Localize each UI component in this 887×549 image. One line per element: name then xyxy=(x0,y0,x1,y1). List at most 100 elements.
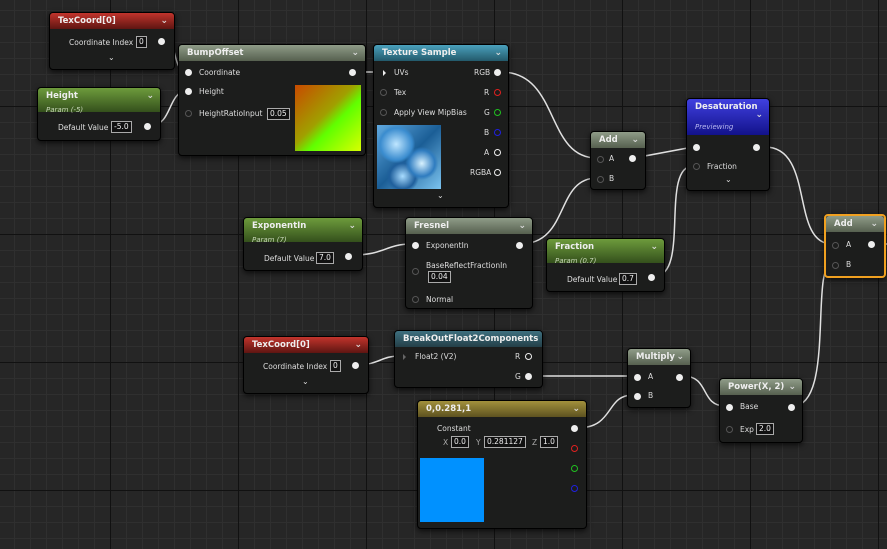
chevron-down-icon[interactable]: ⌄ xyxy=(650,239,658,255)
base-reflect-value-field[interactable]: 0.04 xyxy=(428,271,451,283)
node-header[interactable]: Fresnel ⌄ xyxy=(406,218,532,234)
texcoord-node-2[interactable]: TexCoord[0] ⌄ Coordinate Index 0 ⌄ xyxy=(243,336,369,394)
chevron-down-icon[interactable]: ⌄ xyxy=(348,218,356,234)
input-pin[interactable] xyxy=(693,144,700,151)
output-pin[interactable] xyxy=(648,274,655,281)
a-output-pin[interactable] xyxy=(494,149,501,156)
chevron-down-icon[interactable]: ⌄ xyxy=(676,349,684,365)
height-param-node[interactable]: Height Param (-5) ⌄ Default Value -5.0 xyxy=(37,87,161,141)
node-header[interactable]: Add ⌄ xyxy=(826,216,884,232)
desaturation-node[interactable]: Desaturation Previewing ⌄ Fraction ⌄ xyxy=(686,98,770,191)
node-header[interactable]: Multiply ⌄ xyxy=(628,349,690,365)
chevron-down-icon[interactable]: ⌄ xyxy=(160,13,168,29)
chevron-down-icon[interactable]: ⌄ xyxy=(354,337,362,353)
texture-sample-node[interactable]: Texture Sample ⌄ UVs Tex Apply View MipBi… xyxy=(373,44,509,208)
ratio-input-pin[interactable] xyxy=(185,110,192,117)
default-value-field[interactable]: 7.0 xyxy=(316,252,334,264)
r-output-pin[interactable] xyxy=(494,89,501,96)
node-header[interactable]: 0,0.281,1 ⌄ xyxy=(418,401,586,417)
node-header[interactable]: Add ⌄ xyxy=(591,132,645,148)
tex-input-pin[interactable] xyxy=(380,89,387,96)
output-pin[interactable] xyxy=(349,69,356,76)
b-input-pin[interactable] xyxy=(597,176,604,183)
node-header[interactable]: Power(X, 2) ⌄ xyxy=(720,379,802,395)
node-header[interactable]: TexCoord[0] ⌄ xyxy=(50,13,174,29)
default-value-field[interactable]: 0.7 xyxy=(619,273,637,285)
b-input-pin[interactable] xyxy=(832,262,839,269)
chevron-down-icon[interactable]: ⌄ xyxy=(146,88,154,104)
exponent-input-pin[interactable] xyxy=(412,242,419,249)
y-value-field[interactable]: 0.281127 xyxy=(484,436,526,448)
fresnel-node[interactable]: Fresnel ⌄ ExponentIn BaseReflectFractionI… xyxy=(405,217,533,309)
g-output-pin[interactable] xyxy=(494,109,501,116)
uvs-input-pin[interactable] xyxy=(383,70,386,76)
fraction-input-pin[interactable] xyxy=(693,163,700,170)
node-header[interactable]: TexCoord[0] ⌄ xyxy=(244,337,368,353)
expand-icon[interactable]: ⌄ xyxy=(437,191,444,200)
node-header[interactable]: BreakOutFloat2Components xyxy=(395,331,542,347)
chevron-down-icon[interactable]: ⌄ xyxy=(518,218,526,234)
node-header[interactable]: BumpOffset ⌄ xyxy=(179,45,365,61)
coordinate-index-field[interactable]: 0 xyxy=(330,360,341,372)
r-output-pin[interactable] xyxy=(571,445,578,452)
float2-input-pin[interactable] xyxy=(403,354,406,360)
default-value-field[interactable]: -5.0 xyxy=(111,121,132,133)
chevron-down-icon[interactable]: ⌄ xyxy=(755,107,763,123)
output-pin[interactable] xyxy=(352,362,359,369)
node-header[interactable]: Fraction Param (0.7) ⌄ xyxy=(547,239,664,265)
chevron-down-icon[interactable]: ⌄ xyxy=(631,132,639,148)
chevron-down-icon[interactable]: ⌄ xyxy=(788,379,796,395)
output-pin[interactable] xyxy=(753,144,760,151)
ratio-value-field[interactable]: 0.05 xyxy=(267,108,290,120)
height-input-pin[interactable] xyxy=(185,88,192,95)
output-pin[interactable] xyxy=(629,155,636,162)
output-pin[interactable] xyxy=(788,404,795,411)
multiply-node[interactable]: Multiply ⌄ A B xyxy=(627,348,691,408)
x-value-field[interactable]: 0.0 xyxy=(451,436,469,448)
expand-icon[interactable]: ⌄ xyxy=(302,377,309,386)
output-pin[interactable] xyxy=(516,242,523,249)
normal-input-pin[interactable] xyxy=(412,296,419,303)
a-input-pin[interactable] xyxy=(597,156,604,163)
rgb-output-pin[interactable] xyxy=(571,425,578,432)
coordinate-index-field[interactable]: 0 xyxy=(136,36,147,48)
b-output-pin[interactable] xyxy=(571,485,578,492)
output-pin[interactable] xyxy=(345,253,352,260)
add-node[interactable]: Add ⌄ A B xyxy=(590,131,646,190)
constant-vector-node[interactable]: 0,0.281,1 ⌄ Constant X 0.0 Y 0.281127 Z 1… xyxy=(417,400,587,529)
node-header[interactable]: Desaturation Previewing ⌄ xyxy=(687,99,769,135)
chevron-down-icon[interactable]: ⌄ xyxy=(870,216,878,232)
chevron-down-icon[interactable]: ⌄ xyxy=(572,401,580,417)
output-pin[interactable] xyxy=(144,123,151,130)
base-reflect-input-pin[interactable] xyxy=(412,268,419,275)
expand-icon[interactable]: ⌄ xyxy=(108,53,115,62)
a-input-pin[interactable] xyxy=(634,374,641,381)
z-value-field[interactable]: 1.0 xyxy=(540,436,558,448)
b-input-pin[interactable] xyxy=(634,393,641,400)
node-header[interactable]: Texture Sample ⌄ xyxy=(374,45,508,61)
breakout-float2-node[interactable]: BreakOutFloat2Components Float2 (V2) R G xyxy=(394,330,543,388)
node-header[interactable]: ExponentIn Param (7) ⌄ xyxy=(244,218,362,244)
g-output-pin[interactable] xyxy=(525,373,532,380)
exponentin-param-node[interactable]: ExponentIn Param (7) ⌄ Default Value 7.0 xyxy=(243,217,363,271)
add-node-selected[interactable]: Add ⌄ A B xyxy=(824,214,886,278)
g-output-pin[interactable] xyxy=(571,465,578,472)
chevron-down-icon[interactable]: ⌄ xyxy=(351,45,359,61)
node-header[interactable]: Height Param (-5) ⌄ xyxy=(38,88,160,114)
coordinate-input-pin[interactable] xyxy=(185,69,192,76)
rgba-output-pin[interactable] xyxy=(494,169,501,176)
bumpoffset-node[interactable]: BumpOffset ⌄ Coordinate Height HeightRati… xyxy=(178,44,366,156)
base-input-pin[interactable] xyxy=(726,404,733,411)
r-output-pin[interactable] xyxy=(525,353,532,360)
mipbias-input-pin[interactable] xyxy=(380,109,387,116)
expand-icon[interactable]: ⌄ xyxy=(725,175,732,184)
exp-value-field[interactable]: 2.0 xyxy=(756,423,774,435)
b-output-pin[interactable] xyxy=(494,129,501,136)
fraction-param-node[interactable]: Fraction Param (0.7) ⌄ Default Value 0.7 xyxy=(546,238,665,292)
output-pin[interactable] xyxy=(158,38,165,45)
output-pin[interactable] xyxy=(868,241,875,248)
output-pin[interactable] xyxy=(676,374,683,381)
chevron-down-icon[interactable]: ⌄ xyxy=(494,45,502,61)
power-node[interactable]: Power(X, 2) ⌄ Base Exp 2.0 xyxy=(719,378,803,443)
a-input-pin[interactable] xyxy=(832,242,839,249)
